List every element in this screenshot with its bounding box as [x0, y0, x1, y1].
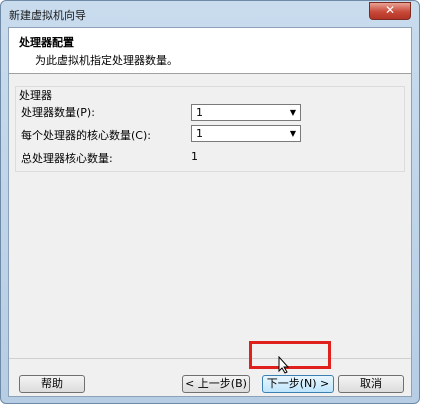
back-button[interactable]: < 上一步(B) [182, 375, 250, 393]
processor-count-select[interactable]: 1 ▼ [191, 104, 301, 121]
page-title: 处理器配置 [19, 36, 74, 49]
processor-group-label: 处理器 [19, 89, 52, 102]
close-button[interactable]: ✕ [369, 2, 411, 20]
total-cores-value: 1 [191, 150, 198, 163]
chevron-down-icon: ▼ [289, 108, 297, 117]
footer-divider [9, 358, 411, 359]
chevron-down-icon: ▼ [289, 129, 297, 138]
title-bar: 新建虚拟机向导 ✕ [1, 1, 419, 27]
page-subtitle: 为此虚拟机指定处理器数量。 [35, 54, 178, 67]
mouse-pointer-icon [278, 356, 290, 374]
wizard-client-area: 处理器配置 为此虚拟机指定处理器数量。 处理器 处理器数量(P): 1 ▼ 每个… [8, 27, 412, 397]
processor-count-label: 处理器数量(P): [21, 106, 95, 119]
cores-per-processor-label: 每个处理器的核心数量(C): [21, 129, 151, 142]
wizard-window: 新建虚拟机向导 ✕ 处理器配置 为此虚拟机指定处理器数量。 处理器 处理器数量(… [0, 0, 420, 404]
close-icon: ✕ [384, 3, 396, 17]
next-button[interactable]: 下一步(N) > [262, 375, 334, 393]
help-button[interactable]: 帮助 [19, 375, 85, 393]
total-cores-label: 总处理器核心数量: [21, 152, 113, 165]
cancel-button[interactable]: 取消 [338, 375, 404, 393]
cores-per-processor-value: 1 [196, 127, 203, 140]
wizard-header: 处理器配置 为此虚拟机指定处理器数量。 [9, 28, 411, 74]
processor-count-value: 1 [196, 106, 203, 119]
window-title: 新建虚拟机向导 [9, 9, 86, 22]
cores-per-processor-select[interactable]: 1 ▼ [191, 125, 301, 142]
